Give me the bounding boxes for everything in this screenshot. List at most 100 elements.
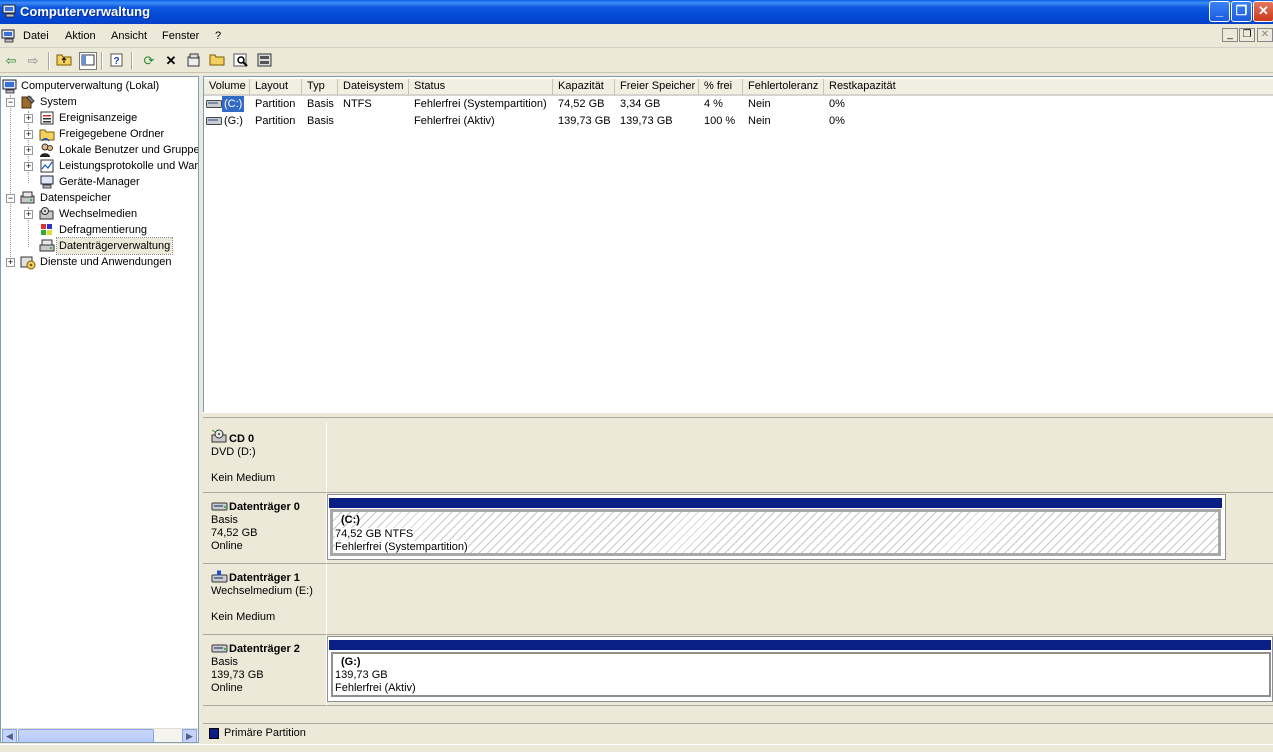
column-header-freier-speicher[interactable]: Freier Speicher: [615, 79, 699, 96]
partition-status: Fehlerfrei (Systempartition): [335, 541, 468, 553]
title-bar[interactable]: Computerverwaltung _ ❐ ✕: [0, 0, 1273, 24]
tree-item-freigegebene-ordner[interactable]: + Freigegebene Ordner: [1, 126, 198, 142]
scroll-right-arrow-icon[interactable]: ▶: [182, 729, 197, 742]
tree-horizontal-scrollbar[interactable]: ◀ ▶: [2, 728, 198, 742]
partition-g[interactable]: (G:) 139,73 GB Fehlerfrei (Aktiv): [331, 652, 1271, 697]
tree-item-ereignisanzeige[interactable]: + Ereignisanzeige: [1, 110, 198, 126]
mdi-close-button[interactable]: ✕: [1257, 28, 1273, 42]
expand-icon[interactable]: +: [24, 114, 33, 123]
computer-management-icon: [2, 4, 16, 18]
cell-restkapazitaet: 0%: [829, 115, 845, 127]
disk-name: CD 0: [229, 433, 255, 445]
show-hide-console-tree-icon[interactable]: [79, 52, 97, 70]
column-header-kapazitaet[interactable]: Kapazität: [553, 79, 615, 96]
minimize-button[interactable]: _: [1209, 1, 1230, 22]
tree-label-root: Computerverwaltung (Lokal): [21, 80, 160, 92]
expand-icon[interactable]: +: [24, 130, 33, 139]
menu-help[interactable]: ?: [215, 30, 221, 42]
tree-item-geraete-manager[interactable]: Geräte-Manager: [1, 174, 198, 190]
disk-management-icon: [39, 239, 55, 252]
status-bar: [0, 744, 1273, 752]
disk-name: Datenträger 0: [229, 501, 300, 513]
toolbar-separator: [101, 52, 103, 70]
collapse-icon[interactable]: −: [6, 98, 15, 107]
performance-logs-icon: [40, 159, 54, 173]
menu-fenster[interactable]: Fenster: [162, 30, 199, 42]
column-header-dateisystem[interactable]: Dateisystem: [338, 79, 409, 96]
mmc-document-icon[interactable]: [1, 29, 17, 43]
users-groups-icon: [40, 143, 53, 157]
column-header-layout[interactable]: Layout: [250, 79, 302, 96]
tree-label-datentraegerverwaltung: Datenträgerverwaltung: [55, 237, 174, 255]
delete-icon[interactable]: ✕: [162, 52, 180, 70]
device-manager-icon: [40, 175, 54, 189]
scroll-left-arrow-icon[interactable]: ◀: [2, 729, 17, 742]
disk-area-disk1: [327, 565, 1273, 635]
mdi-restore-button[interactable]: ❐: [1239, 28, 1255, 42]
disk-label-disk1[interactable]: Datenträger 1 Wechselmedium (E:) Kein Me…: [203, 565, 327, 635]
tree-label-defragmentierung: Defragmentierung: [59, 224, 148, 236]
disk-type: Wechselmedium (E:): [211, 585, 313, 597]
disk-label-disk0[interactable]: Datenträger 0 Basis 74,52 GB Online: [203, 494, 327, 564]
menu-bar: Datei Aktion Ansicht Fenster ? _ ❐ ✕: [0, 24, 1273, 48]
column-header-status[interactable]: Status: [409, 79, 553, 96]
disk-settings-icon[interactable]: [256, 52, 274, 70]
expand-icon[interactable]: +: [24, 162, 33, 171]
disk-label-cd0[interactable]: CD 0 DVD (D:) Kein Medium: [203, 422, 327, 493]
cell-restkapazitaet: 0%: [829, 98, 845, 110]
properties-icon[interactable]: [185, 52, 203, 70]
back-icon[interactable]: ⇦: [2, 52, 20, 70]
close-button[interactable]: ✕: [1253, 1, 1273, 22]
partition-size: 139,73 GB: [335, 669, 388, 681]
partition-c[interactable]: (C:) 74,52 GB NTFS Fehlerfrei (Systempar…: [330, 509, 1221, 556]
help-icon[interactable]: ?: [108, 52, 126, 70]
tree-label-geraete-manager: Geräte-Manager: [59, 176, 140, 188]
column-header-typ[interactable]: Typ: [302, 79, 338, 96]
search-icon[interactable]: [232, 52, 250, 70]
tree-item-defragmentierung[interactable]: Defragmentierung: [1, 222, 198, 238]
removable-disk-icon: [211, 570, 228, 583]
cell-volume: (G:): [224, 115, 243, 127]
cell-prozent-frei: 4 %: [704, 98, 723, 110]
disk-area-cd0: [327, 422, 1273, 493]
menu-aktion[interactable]: Aktion: [65, 30, 96, 42]
partition-size: 74,52 GB NTFS: [335, 528, 414, 540]
tree-item-datentraegerverwaltung[interactable]: Datenträgerverwaltung: [1, 237, 198, 255]
svg-text:?: ?: [113, 56, 119, 67]
cell-status: Fehlerfrei (Systempartition): [414, 98, 547, 110]
mdi-minimize-button[interactable]: _: [1222, 28, 1238, 42]
column-header-prozent-frei[interactable]: % frei: [699, 79, 743, 96]
expand-icon[interactable]: +: [24, 146, 33, 155]
forward-icon[interactable]: ⇨: [24, 52, 42, 70]
collapse-icon[interactable]: −: [6, 194, 15, 203]
volume-icon: [206, 100, 222, 108]
column-header-restkapazitaet[interactable]: Restkapazität: [824, 79, 1273, 96]
column-header-fehlertoleranz[interactable]: Fehlertoleranz: [743, 79, 824, 96]
cell-fehlertoleranz: Nein: [748, 98, 771, 110]
disk-label-disk2[interactable]: Datenträger 2 Basis 139,73 GB Online: [203, 636, 327, 706]
refresh-icon[interactable]: ⟳: [140, 52, 158, 70]
open-folder-icon[interactable]: [208, 52, 226, 70]
disk-type: Basis: [211, 656, 238, 668]
window-title: Computerverwaltung: [20, 4, 151, 19]
tree-item-datenspeicher[interactable]: − Datenspeicher: [1, 190, 198, 206]
defrag-icon: [41, 224, 52, 235]
tree-item-dienste[interactable]: + Dienste und Anwendungen: [1, 254, 198, 270]
tree-item-leistungsprotokolle[interactable]: + Leistungsprotokolle und Warn: [1, 158, 198, 174]
menu-ansicht[interactable]: Ansicht: [111, 30, 147, 42]
tree-item-lokale-benutzer[interactable]: + Lokale Benutzer und Gruppen: [1, 142, 198, 158]
primary-partition-bar: [329, 640, 1271, 650]
column-header-volume[interactable]: Volume: [204, 79, 250, 96]
disk-status: Online: [211, 540, 243, 552]
disk-graphical-view: CD 0 DVD (D:) Kein Medium Datenträger 0 …: [203, 418, 1273, 723]
up-folder-icon[interactable]: [55, 52, 73, 70]
restore-button[interactable]: ❐: [1231, 1, 1252, 22]
menu-datei[interactable]: Datei: [23, 30, 49, 42]
expand-icon[interactable]: +: [6, 258, 15, 267]
scroll-thumb[interactable]: [18, 729, 154, 742]
system-tools-icon: [21, 95, 35, 109]
tree-item-wechselmedien[interactable]: + Wechselmedien: [1, 206, 198, 222]
expand-icon[interactable]: +: [24, 210, 33, 219]
tree-item-root[interactable]: Computerverwaltung (Lokal): [1, 78, 198, 94]
tree-item-system[interactable]: − System: [1, 94, 198, 110]
